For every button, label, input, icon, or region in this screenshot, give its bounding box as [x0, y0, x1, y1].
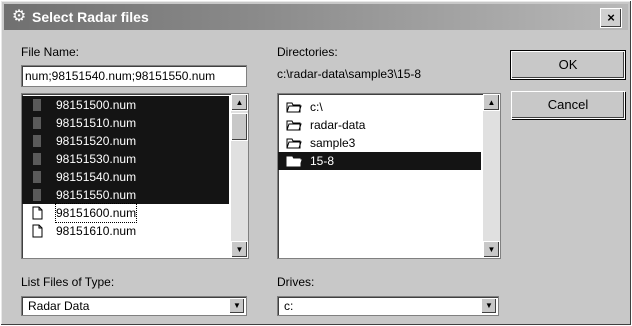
file-name-text: 98151520.num [56, 134, 137, 148]
file-name-text: 98151540.num [56, 170, 137, 184]
file-name-text: 98151510.num [56, 116, 137, 130]
current-directory-path: c:\radar-data\sample3\15-8 [277, 67, 422, 81]
scroll-up-arrow-icon[interactable]: ▲ [231, 94, 248, 111]
directory-name-text: 15-8 [310, 154, 335, 168]
document-icon [30, 134, 44, 148]
file-list[interactable]: 98151500.num 98151510.num 98151520.num 9815… [21, 93, 249, 259]
select-radar-files-dialog: ⚙ Select Radar files × File Name: num;98… [0, 0, 632, 326]
scroll-down-arrow-icon[interactable]: ▼ [483, 241, 500, 258]
file-list-scrollbar[interactable]: ▲ ▼ [231, 94, 248, 258]
document-icon [30, 152, 44, 166]
file-type-value: Radar Data [28, 299, 90, 313]
directory-list-scrollbar[interactable]: ▲ ▼ [483, 94, 500, 258]
folder-open-icon [286, 154, 302, 168]
chevron-down-icon[interactable]: ▼ [481, 298, 497, 314]
file-name-text: 98151530.num [56, 152, 137, 166]
directories-label: Directories: [277, 45, 338, 59]
cancel-button[interactable]: Cancel [511, 91, 625, 119]
radar-app-icon: ⚙ [11, 8, 27, 25]
directory-item[interactable]: sample3 [278, 134, 481, 152]
scroll-up-arrow-icon[interactable]: ▲ [483, 94, 500, 111]
file-type-label: List Files of Type: [21, 275, 115, 289]
directory-name-text: c:\ [310, 100, 323, 114]
file-name-text: 98151600.num [54, 203, 138, 223]
folder-open-icon [286, 100, 302, 114]
document-icon [30, 98, 44, 112]
dialog-title: Select Radar files [32, 9, 149, 25]
file-name-text: 98151610.num [56, 224, 137, 238]
file-list-item[interactable]: 98151530.num [22, 150, 229, 168]
title-bar[interactable]: ⚙ Select Radar files × [4, 4, 628, 30]
file-type-dropdown[interactable]: Radar Data ▼ [21, 296, 247, 316]
file-list-item[interactable]: 98151600.num [22, 203, 229, 223]
file-name-input[interactable]: num;98151540.num;98151550.num [21, 65, 247, 87]
directory-name-text: radar-data [310, 118, 366, 132]
chevron-down-icon[interactable]: ▼ [229, 298, 245, 314]
file-name-text: 98151500.num [56, 98, 137, 112]
file-list-item[interactable]: 98151510.num [22, 114, 229, 132]
file-list-item[interactable]: 98151610.num [22, 222, 229, 240]
file-name-label: File Name: [21, 45, 80, 59]
directory-item[interactable]: radar-data [278, 116, 481, 134]
scroll-down-arrow-icon[interactable]: ▼ [231, 241, 248, 258]
scroll-thumb[interactable] [231, 113, 248, 141]
drive-value: c: [284, 299, 294, 313]
directory-list[interactable]: c:\ radar-data sample3 15-8 ▲ ▼ [277, 93, 501, 259]
file-list-item[interactable]: 98151520.num [22, 132, 229, 150]
close-button[interactable]: × [600, 8, 622, 28]
document-icon [30, 170, 44, 184]
directory-name-text: sample3 [310, 136, 356, 150]
directory-item[interactable]: c:\ [278, 98, 481, 116]
folder-open-icon [286, 136, 302, 150]
document-icon [30, 188, 44, 202]
document-icon [30, 224, 44, 238]
ok-button[interactable]: OK [511, 51, 625, 79]
file-list-item[interactable]: 98151500.num [22, 96, 229, 114]
document-icon [30, 116, 44, 130]
file-list-item[interactable]: 98151550.num [22, 186, 229, 204]
file-list-item[interactable]: 98151540.num [22, 168, 229, 186]
drives-dropdown[interactable]: c: ▼ [277, 296, 499, 316]
document-icon [30, 206, 44, 220]
file-name-text: 98151550.num [56, 188, 137, 202]
drives-label: Drives: [277, 275, 315, 289]
directory-item[interactable]: 15-8 [278, 152, 481, 170]
folder-open-icon [286, 118, 302, 132]
